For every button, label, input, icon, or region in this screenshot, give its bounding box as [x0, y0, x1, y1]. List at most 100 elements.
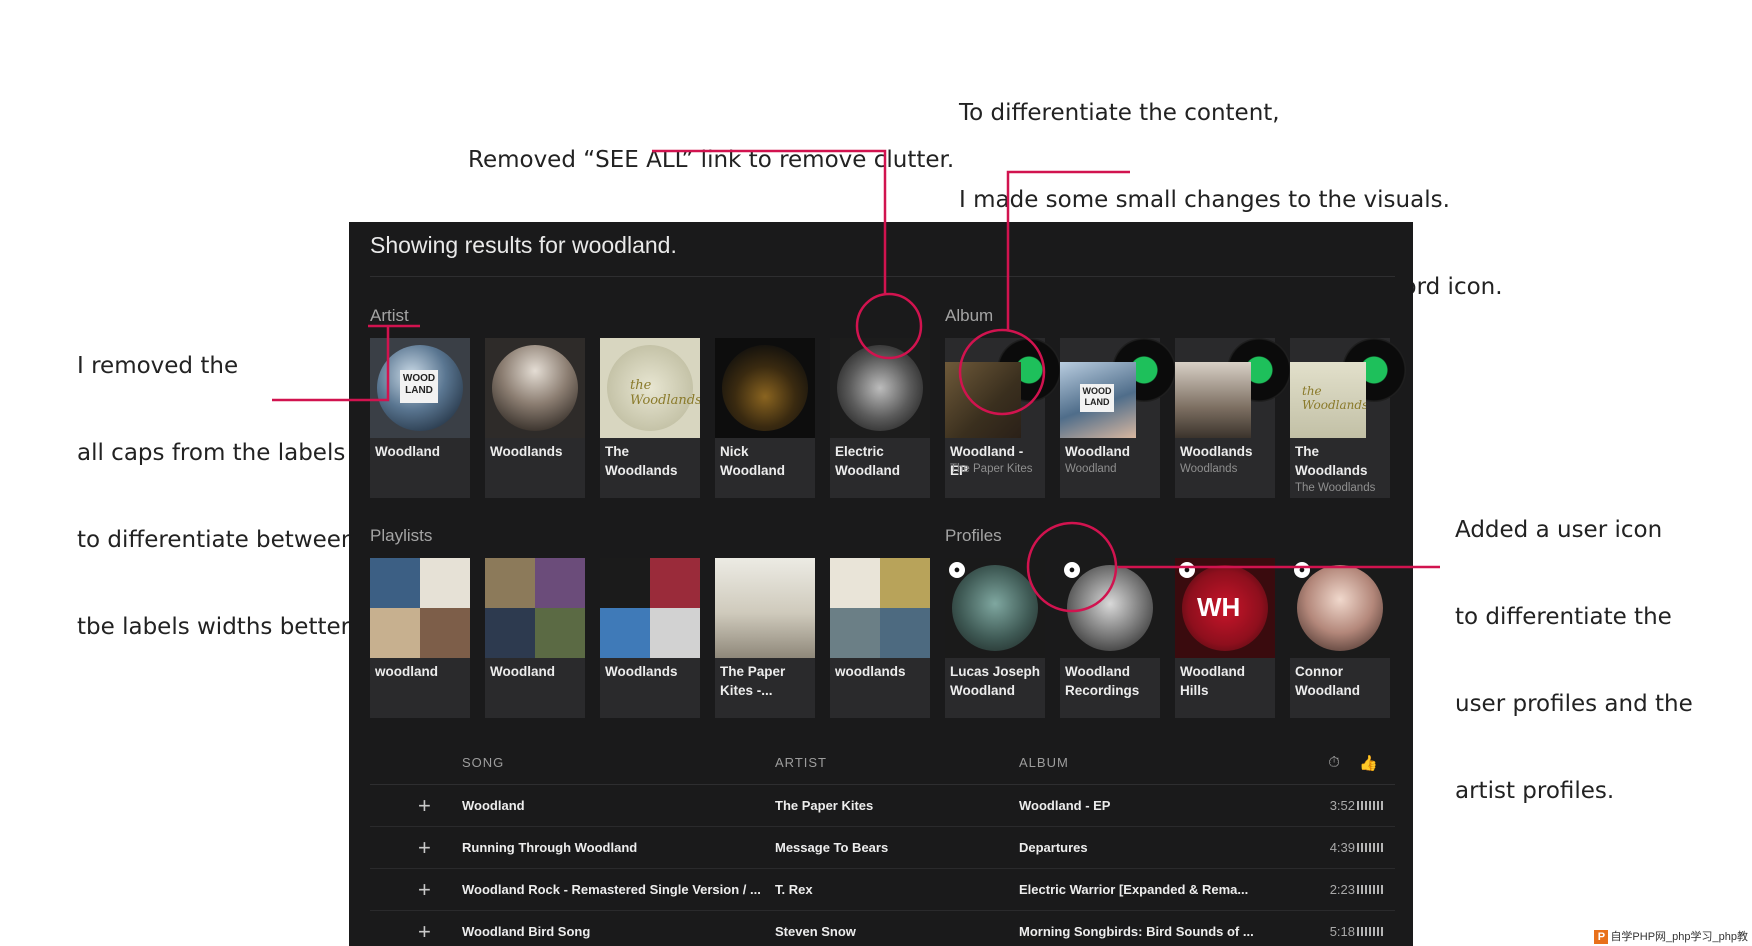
song-artist[interactable]: T. Rex [775, 869, 1005, 910]
results-heading: Showing results for woodland. [370, 232, 677, 258]
playlist-cover [370, 558, 470, 658]
note-line: I made some small changes to the visuals… [959, 187, 1450, 213]
profile-card[interactable]: ● Connor Woodland [1290, 558, 1390, 718]
song-artist[interactable]: Message To Bears [775, 827, 1005, 868]
playlist-name: Woodland [490, 664, 555, 679]
popularity-bar [1357, 801, 1385, 810]
album-cover [945, 362, 1021, 438]
note-line: To differentiate the content, [959, 100, 1280, 126]
album-artist: The Woodlands [1295, 482, 1376, 494]
song-album[interactable]: Electric Warrior [Expanded & Rema... [1019, 869, 1269, 910]
playlist-cover [485, 558, 585, 658]
song-album[interactable]: Departures [1019, 827, 1269, 868]
artist-card[interactable]: WOOD LAND Woodland [370, 338, 470, 498]
search-results-panel: Showing results for woodland. Artist Alb… [349, 222, 1413, 946]
plus-icon[interactable]: + [418, 911, 431, 946]
artist-image [715, 338, 815, 438]
profile-name: Woodland Hills [1180, 664, 1245, 698]
table-header: SONG ARTIST ALBUM ⏱ 👍 [370, 742, 1395, 785]
table-row[interactable]: + Running Through Woodland Message To Be… [370, 827, 1395, 869]
note-line: to differentiate between [77, 527, 356, 553]
column-header-artist[interactable]: ARTIST [775, 742, 827, 784]
note-see-all: Removed “SEE ALL” link to remove clutter… [468, 88, 954, 204]
album-cover [1175, 362, 1251, 438]
artist-card[interactable]: the Woodlands The Woodlands [600, 338, 700, 498]
album-artist: The Paper Kites [950, 463, 1033, 475]
song-album[interactable]: Woodland - EP [1019, 785, 1269, 826]
column-header-album[interactable]: ALBUM [1019, 742, 1069, 784]
note-line: tbe labels widths better. [77, 614, 356, 640]
profile-card[interactable]: ● Woodland Recordings [1060, 558, 1160, 718]
playlist-name: The Paper Kites -... [720, 664, 786, 698]
playlist-cover [830, 558, 930, 658]
album-name: Woodland [1065, 444, 1130, 459]
playlist-card[interactable]: Woodland [485, 558, 585, 718]
artist-card[interactable]: Nick Woodland [715, 338, 815, 498]
album-card[interactable]: Woodland - EP The Paper Kites [945, 338, 1061, 498]
artist-image: WOOD LAND [370, 338, 470, 438]
section-label-artist: Artist [370, 306, 409, 325]
artist-name: The Woodlands [605, 444, 678, 478]
playlist-card[interactable]: woodland [370, 558, 470, 718]
popularity-bar [1357, 885, 1385, 894]
profile-image: ● [1290, 558, 1390, 658]
plus-icon[interactable]: + [418, 827, 431, 868]
profile-card[interactable]: WH ● Woodland Hills [1175, 558, 1275, 718]
plus-icon[interactable]: + [418, 869, 431, 910]
song-duration: 4:39 [1329, 840, 1355, 855]
stopwatch-icon[interactable]: ⏱ [1328, 754, 1341, 771]
song-album[interactable]: Morning Songbirds: Bird Sounds of ... [1019, 911, 1269, 946]
song-duration: 5:18 [1329, 924, 1355, 939]
song-artist[interactable]: Steven Snow [775, 911, 1005, 946]
table-row[interactable]: + Woodland Bird Song Steven Snow Morning… [370, 911, 1395, 946]
album-cover: WOOD LAND [1060, 362, 1136, 438]
section-label-album: Album [945, 306, 994, 325]
note-user-icon: Added a user icon to differentiate the u… [1455, 458, 1693, 835]
note-line: user profiles and the [1455, 691, 1693, 717]
plus-icon[interactable]: + [418, 785, 431, 826]
user-icon: ● [1064, 562, 1080, 578]
songs-table: SONG ARTIST ALBUM ⏱ 👍 + Woodland The Pap… [370, 742, 1395, 946]
note-line: all caps from the labels [77, 440, 346, 466]
profile-image: WH ● [1175, 558, 1275, 658]
profile-name: Woodland Recordings [1065, 664, 1140, 698]
thumbs-up-icon[interactable]: 👍 [1359, 754, 1379, 772]
playlist-card[interactable]: Woodlands [600, 558, 700, 718]
note-line: Added a user icon [1455, 517, 1663, 543]
playlist-card[interactable]: woodlands [830, 558, 930, 718]
artist-image [830, 338, 930, 438]
playlist-name: woodland [375, 664, 438, 679]
artist-name: Nick Woodland [720, 444, 785, 478]
album-card[interactable]: Woodlands Woodlands [1175, 338, 1291, 498]
table-row[interactable]: + Woodland Rock - Remastered Single Vers… [370, 869, 1395, 911]
popularity-bar [1357, 927, 1385, 936]
artist-card[interactable]: Woodlands [485, 338, 585, 498]
song-title: Woodland Bird Song [462, 924, 591, 939]
playlist-cover [600, 558, 700, 658]
album-name: Woodlands [1180, 444, 1253, 459]
profile-name: Connor Woodland [1295, 664, 1360, 698]
user-icon: ● [1179, 562, 1195, 578]
artist-card[interactable]: Electric Woodland [830, 338, 930, 498]
table-row[interactable]: + Woodland The Paper Kites Woodland - EP… [370, 785, 1395, 827]
artist-name: Electric Woodland [835, 444, 900, 478]
album-artist: Woodlands [1180, 463, 1238, 475]
note-line: to differentiate the [1455, 604, 1672, 630]
album-card[interactable]: the Woodlands The Woodlands The Woodlands [1290, 338, 1406, 498]
popularity-bar [1357, 843, 1385, 852]
album-name: The Woodlands [1295, 444, 1368, 478]
section-label-profiles: Profiles [945, 526, 1002, 545]
artist-image [485, 338, 585, 438]
profile-image: ● [945, 558, 1045, 658]
song-duration: 3:52 [1329, 798, 1355, 813]
watermark: P 自学PHP网_php学习_php教 [1590, 926, 1752, 946]
note-caps: I removed the all caps from the labels t… [77, 294, 356, 671]
album-card[interactable]: WOOD LAND Woodland Woodland [1060, 338, 1176, 498]
song-artist[interactable]: The Paper Kites [775, 785, 1005, 826]
profile-card[interactable]: ● Lucas Joseph Woodland [945, 558, 1045, 718]
playlist-cover [715, 558, 815, 658]
watermark-text: 自学PHP网_php学习_php教 [1610, 931, 1748, 943]
user-icon: ● [1294, 562, 1310, 578]
column-header-song[interactable]: SONG [462, 742, 504, 784]
playlist-card[interactable]: The Paper Kites -... [715, 558, 815, 718]
